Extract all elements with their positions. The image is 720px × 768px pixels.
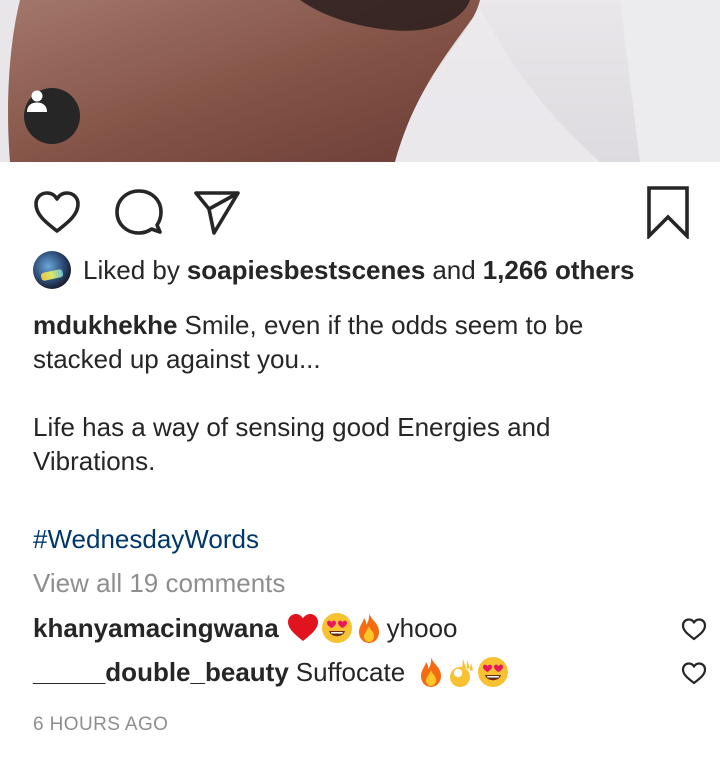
comment-emojis	[417, 656, 511, 688]
post-photo[interactable]	[0, 0, 720, 162]
bookmark-icon[interactable]	[640, 184, 696, 240]
post-timestamp: 6 HOURS AGO	[33, 714, 169, 735]
caption-line: stacked up against you...	[33, 344, 321, 374]
caption-hashtag[interactable]: #WednesdayWords	[33, 522, 259, 556]
comment-row: khanyamacingwana yhooo	[33, 608, 707, 648]
heart-eyes-icon	[478, 657, 509, 687]
heart-eyes-icon	[321, 613, 352, 643]
view-all-comments-link[interactable]: View all 19 comments	[33, 566, 285, 600]
liked-by-conjunction: and	[432, 254, 476, 285]
comment-username[interactable]: khanyamacingwana	[33, 613, 279, 644]
user-tag-icon[interactable]	[24, 88, 80, 144]
comment-text: Suffocate	[295, 656, 406, 687]
liker-avatar[interactable]	[33, 251, 71, 289]
liked-by-prefix: Liked by	[83, 254, 180, 285]
comment-heart-icon[interactable]	[679, 658, 709, 688]
liked-by-row[interactable]: Liked by soapiesbestscenes and 1,266 oth…	[33, 250, 634, 290]
photo-art	[0, 0, 720, 162]
comment-text: yhooo	[386, 612, 458, 643]
post-caption: mdukhekhe Smile, even if the odds seem to…	[33, 308, 673, 478]
comment-username[interactable]: _____double_beauty	[33, 657, 289, 688]
caption-line: Smile, even if the odds seem to be	[184, 310, 584, 340]
liked-by-others[interactable]: 1,266 others	[483, 255, 635, 286]
comment-bubble-icon[interactable]	[111, 184, 167, 240]
ok-hand-icon	[450, 659, 474, 687]
caption-username[interactable]: mdukhekhe	[33, 310, 178, 340]
caption-line: Life has a way of sensing good Energies …	[33, 412, 551, 442]
red-heart-icon	[287, 614, 318, 641]
caption-line	[33, 376, 673, 410]
comment-row: _____double_beauty Suffocate	[33, 652, 707, 692]
comment-emojis	[287, 612, 385, 644]
liker-username[interactable]: soapiesbestscenes	[187, 255, 425, 286]
heart-outline-icon[interactable]	[29, 184, 85, 240]
comment-heart-icon[interactable]	[679, 614, 709, 644]
caption-line: Vibrations.	[33, 446, 156, 476]
post-action-bar	[0, 162, 720, 258]
fire-icon	[421, 657, 442, 687]
fire-icon	[358, 613, 379, 643]
paper-plane-icon[interactable]	[189, 184, 245, 240]
